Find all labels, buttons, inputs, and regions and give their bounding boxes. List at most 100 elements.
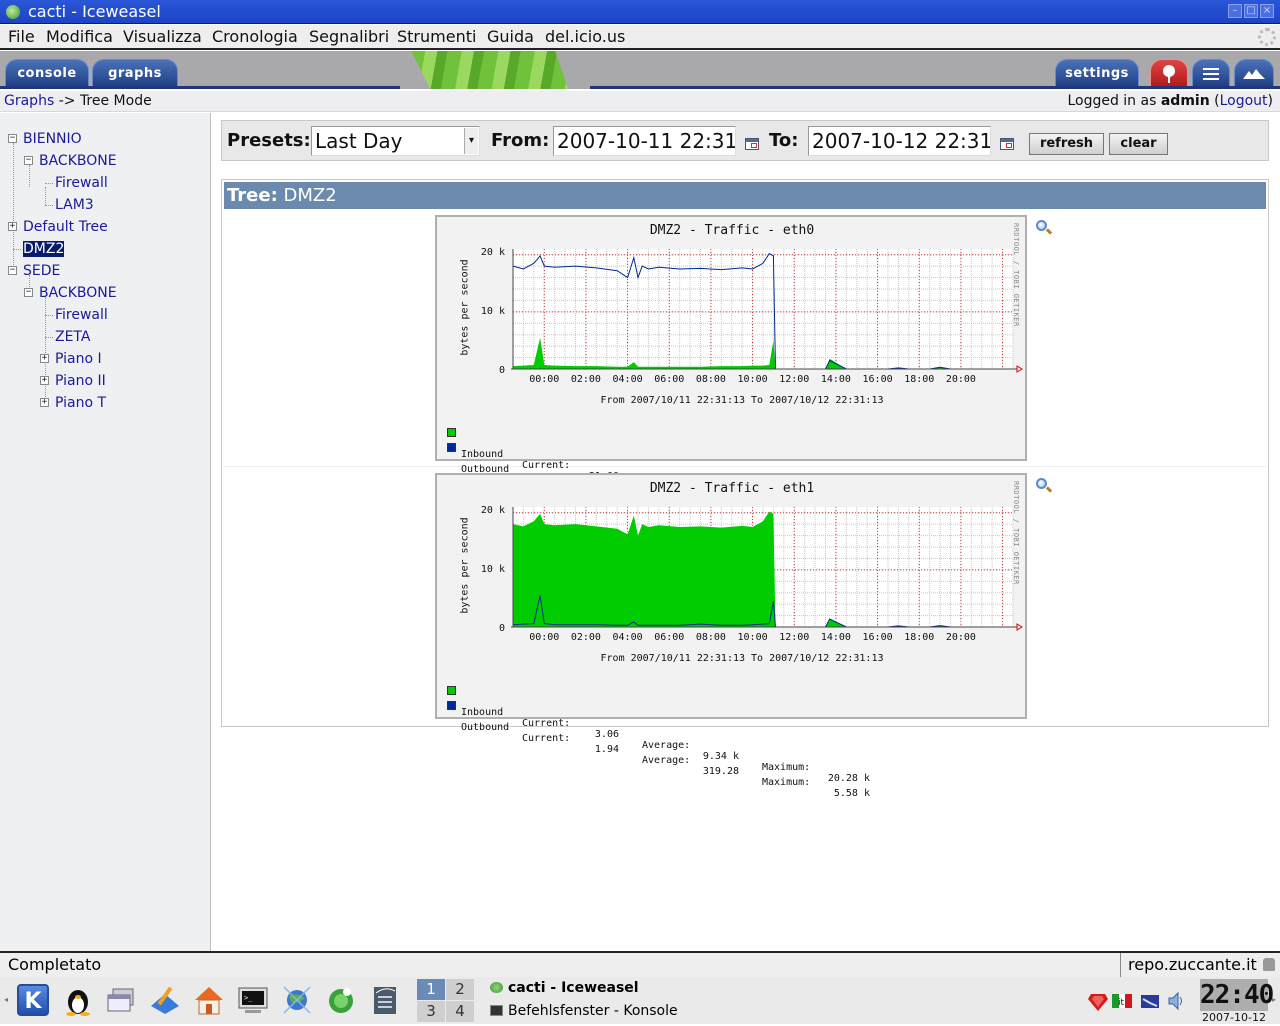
clock[interactable]: 22:40 — [1200, 979, 1274, 1011]
tree-node-dmz2[interactable]: DMZ2 — [23, 240, 65, 258]
tab-graphs[interactable]: graphs — [92, 59, 178, 86]
expand-icon[interactable]: + — [40, 376, 49, 385]
network-browser-icon[interactable] — [281, 984, 313, 1016]
tree-name: DMZ2 — [277, 185, 337, 206]
tab-console[interactable]: console — [5, 59, 89, 86]
svg-text:>_: >_ — [244, 994, 253, 1002]
minimize-button[interactable]: – — [1228, 4, 1242, 18]
window-list-icon[interactable] — [105, 984, 137, 1016]
menu-strumenti[interactable]: Strumenti — [397, 25, 476, 49]
dropdown-arrow-icon[interactable]: ▾ — [464, 128, 478, 154]
home-icon[interactable] — [193, 984, 225, 1016]
xtick-label: 06:00 — [654, 374, 685, 385]
collapse-icon[interactable]: − — [8, 134, 17, 143]
konsole-task-icon — [490, 1005, 503, 1016]
menu-visualizza[interactable]: Visualizza — [123, 25, 202, 49]
panel-hide-left-icon[interactable]: ◂ — [4, 995, 8, 1004]
tree-node-sede-firewall[interactable]: Firewall — [55, 306, 108, 324]
ruby-gem-icon[interactable] — [1088, 991, 1108, 1011]
tux-icon[interactable] — [62, 984, 94, 1016]
graph-eth0[interactable]: DMZ2 - Traffic - eth0 bytes per second 2… — [435, 215, 1027, 541]
xtick-label: 12:00 — [779, 632, 810, 643]
desktop-4[interactable]: 4 — [446, 1001, 474, 1022]
iceweasel-task-icon — [490, 982, 503, 993]
kde-menu-icon[interactable]: K — [17, 984, 49, 1016]
menu-delicious[interactable]: del.icio.us — [545, 25, 625, 49]
network-monitor-icon[interactable] — [1140, 991, 1160, 1011]
expand-icon[interactable]: + — [40, 354, 49, 363]
collapse-icon[interactable]: − — [24, 288, 33, 297]
legend-outbound: Outbound Current: 1.94 Average: 319.28 M… — [447, 700, 897, 799]
list-view-button[interactable] — [1192, 59, 1230, 86]
to-label: To: — [769, 130, 799, 151]
panel-hide-right-icon[interactable]: ▸ — [1272, 995, 1276, 1004]
tab-settings[interactable]: settings — [1055, 59, 1139, 86]
terminal-icon[interactable]: >_ — [237, 984, 269, 1016]
tree-node-biennio-firewall[interactable]: Firewall — [55, 174, 108, 192]
desktop-1[interactable]: 1 — [417, 979, 445, 1000]
close-button[interactable]: × — [1260, 4, 1274, 18]
to-calendar-icon[interactable] — [1000, 138, 1014, 150]
menu-file[interactable]: File — [8, 25, 35, 49]
menubar: File Modifica Visualizza Cronologia Segn… — [0, 25, 1280, 50]
breadcrumb-graphs-link[interactable]: Graphs — [4, 93, 54, 109]
xtick-label: 18:00 — [904, 374, 935, 385]
zoom-graph-eth1-icon[interactable] — [1036, 478, 1053, 494]
timespan-filter: Presets: Last Day ▾ From: 2007-10-11 22:… — [221, 120, 1269, 161]
task-konsole[interactable]: Befehlsfenster - Konsole — [490, 1003, 678, 1019]
clear-button[interactable]: clear — [1109, 133, 1168, 155]
status-text: Completato — [8, 955, 102, 974]
tree-node-biennio-backbone[interactable]: − BACKBONE — [24, 152, 117, 170]
from-label: From: — [491, 130, 550, 151]
tree-node-piano-ii[interactable]: + Piano II — [40, 372, 106, 390]
menu-cronologia[interactable]: Cronologia — [212, 25, 298, 49]
x-axis-arrow — [1016, 365, 1023, 373]
lock-icon[interactable] — [1263, 958, 1275, 971]
tree-node-biennio[interactable]: − BIENNIO — [8, 130, 82, 148]
collapse-icon[interactable]: − — [24, 156, 33, 165]
tree-node-piano-i[interactable]: + Piano I — [40, 350, 102, 368]
tree-node-zeta[interactable]: ZETA — [55, 328, 90, 346]
keyboard-layout-it-icon[interactable]: it — [1112, 991, 1132, 1011]
breadcrumb-current: Tree Mode — [79, 93, 152, 109]
maximize-button[interactable]: □ — [1244, 4, 1258, 18]
menu-modifica[interactable]: Modifica — [46, 25, 113, 49]
expand-icon[interactable]: + — [8, 222, 17, 231]
volume-icon[interactable] — [1166, 991, 1186, 1011]
zoom-graph-eth0-icon[interactable] — [1036, 220, 1053, 236]
from-date-input[interactable]: 2007-10-11 22:31 — [553, 126, 736, 156]
iceweasel-launcher-icon[interactable] — [325, 984, 357, 1016]
presets-label: Presets: — [227, 130, 311, 151]
editor-icon[interactable] — [149, 984, 181, 1016]
xtick-label: 20:00 — [945, 374, 976, 385]
collapse-icon[interactable]: − — [8, 266, 17, 275]
tree-node-lam3[interactable]: LAM3 — [55, 196, 94, 214]
tree-node-sede[interactable]: − SEDE — [8, 262, 60, 280]
menu-segnalibri[interactable]: Segnalibri — [309, 25, 389, 49]
refresh-button[interactable]: refresh — [1029, 133, 1104, 155]
expand-icon[interactable]: + — [40, 398, 49, 407]
tree-node-piano-t[interactable]: + Piano T — [40, 394, 106, 412]
tree-node-default-tree[interactable]: + Default Tree — [8, 218, 108, 236]
main-content: Presets: Last Day ▾ From: 2007-10-11 22:… — [211, 113, 1280, 951]
xtick-label: 08:00 — [695, 374, 726, 385]
graph-eth1[interactable]: DMZ2 - Traffic - eth1 bytes per second 2… — [435, 473, 1027, 799]
task-iceweasel[interactable]: cacti - Iceweasel — [490, 980, 639, 996]
openoffice-icon[interactable] — [369, 984, 401, 1016]
iceweasel-icon — [6, 5, 20, 19]
preview-view-button[interactable] — [1234, 59, 1274, 86]
menu-guida[interactable]: Guida — [487, 25, 534, 49]
logout-link[interactable]: Logout — [1220, 93, 1268, 109]
tree-node-sede-backbone[interactable]: − BACKBONE — [24, 284, 117, 302]
breadcrumb: Graphs -> Tree Mode — [4, 93, 152, 109]
xtick-label: 02:00 — [570, 632, 601, 643]
presets-select[interactable]: Last Day ▾ — [311, 126, 480, 156]
to-date-input[interactable]: 2007-10-12 22:31 — [808, 126, 991, 156]
tree-view-button[interactable] — [1150, 59, 1188, 86]
legend-outbound: Outbound Current: 4.19 Average: 9.35 k M… — [447, 442, 897, 541]
desktop-3[interactable]: 3 — [417, 1001, 445, 1022]
rrdtool-watermark: RRDTOOL / TOBI OETIKER — [1012, 481, 1020, 585]
ytick-label: 0 — [498, 365, 505, 376]
desktop-2[interactable]: 2 — [446, 979, 474, 1000]
from-calendar-icon[interactable] — [745, 138, 759, 150]
